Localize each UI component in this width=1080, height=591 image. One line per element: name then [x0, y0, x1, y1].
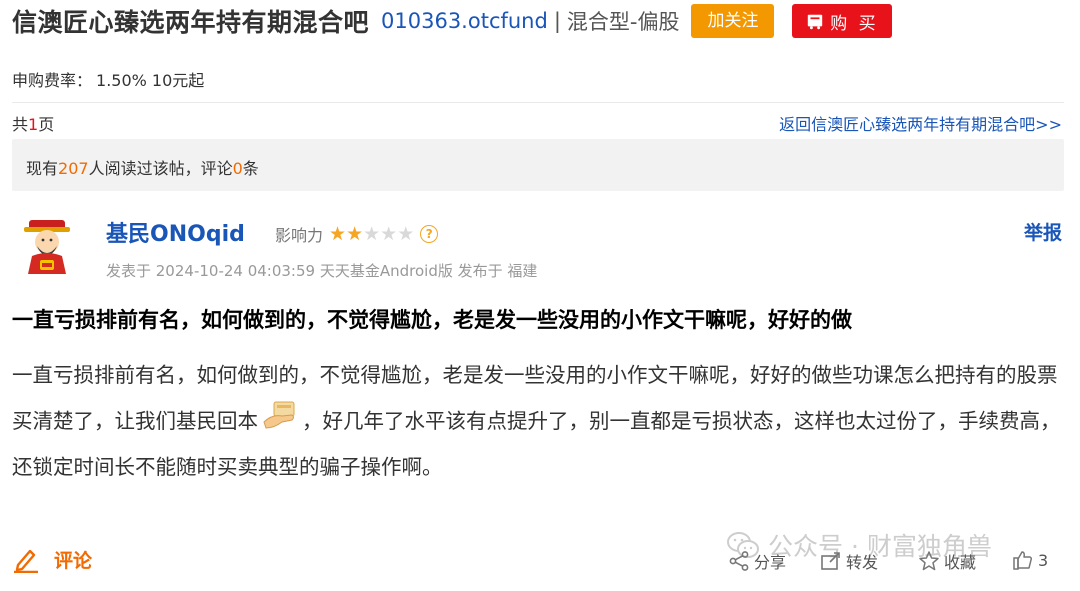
header-separator: | [553, 9, 561, 33]
author-name[interactable]: 基民ONOqid [106, 216, 245, 248]
stats-suffix: 条 [242, 159, 259, 178]
page-suffix: 页 [38, 115, 55, 134]
post-title: 一直亏损排前有名，如何做到的，不觉得尴尬，老是发一些没用的小作文干嘛呢，好好的做 [12, 308, 852, 332]
purchase-fee: 申购费率： 1.50% 10元起 [12, 67, 204, 91]
avatar[interactable] [16, 216, 78, 276]
share-button[interactable]: 分享 [728, 549, 786, 573]
follow-button[interactable]: 加关注 [691, 4, 775, 38]
share-label: 分享 [754, 553, 787, 572]
read-stats-text: 现有207人阅读过该帖，评论0条 [26, 155, 259, 179]
like-count: 3 [1038, 550, 1049, 570]
fund-code-link[interactable]: 010363.otcfund [381, 9, 548, 33]
page-number[interactable]: 1 [28, 115, 38, 134]
collect-label: 收藏 [944, 553, 977, 572]
page-header: 信澳匠心臻选两年持有期混合吧 010363.otcfund | 混合型-偏股 加… [12, 2, 893, 40]
reader-count: 207 [58, 159, 89, 178]
star-filled-icon: ★ [346, 223, 364, 245]
forward-button[interactable]: 转发 [820, 549, 878, 573]
forward-icon [821, 552, 840, 570]
buy-button[interactable]: 购 买 [792, 4, 893, 38]
share-icon [729, 551, 749, 571]
rating-stars: ★★★★★ [329, 223, 414, 245]
like-button[interactable]: 3 [1012, 549, 1048, 571]
fee-value: 1.50% 10元起 [96, 71, 205, 90]
pencil-icon [14, 549, 38, 573]
money-hand-icon [263, 401, 295, 429]
star-filled-icon: ★ [329, 223, 347, 245]
divider [12, 102, 1064, 103]
report-link[interactable]: 举报 [1024, 218, 1062, 245]
page-count: 共1页 [12, 111, 54, 135]
fund-type: 混合型-偏股 [566, 10, 680, 34]
help-icon[interactable]: ? [420, 225, 439, 243]
forum-title[interactable]: 信澳匠心臻选两年持有期混合吧 [12, 3, 369, 39]
stats-mid: 人阅读过该帖，评论 [88, 159, 233, 178]
forward-label: 转发 [846, 553, 879, 572]
comment-label: 评论 [54, 549, 93, 572]
stats-prefix: 现有 [26, 159, 59, 178]
thumbs-up-icon [1013, 551, 1033, 570]
collect-button[interactable]: 收藏 [918, 549, 976, 573]
read-stats-bar: 现有207人阅读过该帖，评论0条 [12, 139, 1064, 191]
star-empty-icon: ★ [363, 223, 381, 245]
star-empty-icon: ★ [380, 223, 398, 245]
post-meta: 发表于 2024-10-24 04:03:59 天天基金Android版 发布于… [106, 262, 538, 280]
cart-icon [808, 14, 823, 30]
influence-label: 影响力 [275, 226, 324, 245]
comment-action[interactable]: 评论 [12, 545, 92, 573]
post-body: 一直亏损排前有名，如何做到的，不觉得尴尬，老是发一些没用的小作文干嘛呢，好好的做… [12, 352, 1070, 490]
fee-label: 申购费率： [12, 71, 93, 90]
star-outline-icon [919, 551, 939, 571]
influence-rating: 影响力 ★★★★★ ? [275, 222, 439, 246]
page-prefix: 共 [12, 115, 29, 134]
back-to-forum-link[interactable]: 返回信澳匠心臻选两年持有期混合吧>> [779, 111, 1062, 135]
buy-label: 购 买 [830, 13, 879, 34]
comment-count: 0 [232, 159, 243, 178]
star-empty-icon: ★ [397, 223, 415, 245]
